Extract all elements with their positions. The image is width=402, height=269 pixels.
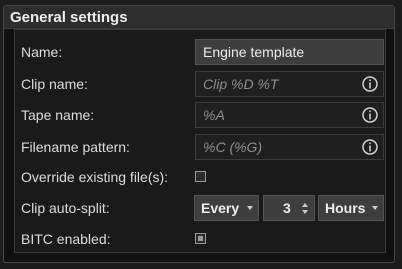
bitc-enabled-label: BITC enabled: bbox=[21, 231, 111, 247]
clip-name-placeholder: Clip %D %T bbox=[203, 76, 279, 92]
panel-title: General settings bbox=[4, 6, 394, 29]
clip-name-label: Clip name: bbox=[21, 76, 88, 92]
override-existing-label: Override existing file(s): bbox=[21, 169, 169, 185]
filename-pattern-placeholder: %C (%G) bbox=[203, 139, 263, 155]
clip-auto-split-label: Clip auto-split: bbox=[21, 200, 110, 216]
split-mode-value: Every bbox=[201, 200, 240, 216]
filename-pattern-label: Filename pattern: bbox=[21, 139, 130, 155]
info-icon[interactable] bbox=[362, 76, 378, 92]
chevron-down-icon bbox=[247, 206, 253, 210]
split-mode-dropdown[interactable]: Every bbox=[194, 195, 259, 221]
tape-name-label: Tape name: bbox=[21, 107, 95, 123]
split-unit-dropdown[interactable]: Hours bbox=[318, 195, 384, 221]
info-icon[interactable] bbox=[362, 107, 378, 123]
name-label: Name: bbox=[21, 44, 63, 60]
filename-pattern-input[interactable]: %C (%G) bbox=[195, 134, 384, 160]
checkbox-mark bbox=[198, 236, 203, 241]
chevron-down-icon bbox=[372, 206, 378, 210]
split-count-value: 3 bbox=[283, 200, 291, 216]
tape-name-placeholder: %A bbox=[203, 107, 225, 123]
name-input[interactable]: Engine template bbox=[195, 39, 384, 65]
split-count-stepper[interactable]: 3 bbox=[263, 195, 315, 221]
info-icon[interactable] bbox=[362, 139, 378, 155]
name-value: Engine template bbox=[203, 44, 305, 60]
override-existing-checkbox[interactable] bbox=[195, 171, 206, 182]
spinner-arrows-icon[interactable] bbox=[302, 202, 309, 216]
bitc-enabled-checkbox[interactable] bbox=[195, 233, 206, 244]
clip-name-input[interactable]: Clip %D %T bbox=[195, 71, 384, 97]
split-unit-value: Hours bbox=[325, 200, 366, 216]
tape-name-input[interactable]: %A bbox=[195, 102, 384, 128]
